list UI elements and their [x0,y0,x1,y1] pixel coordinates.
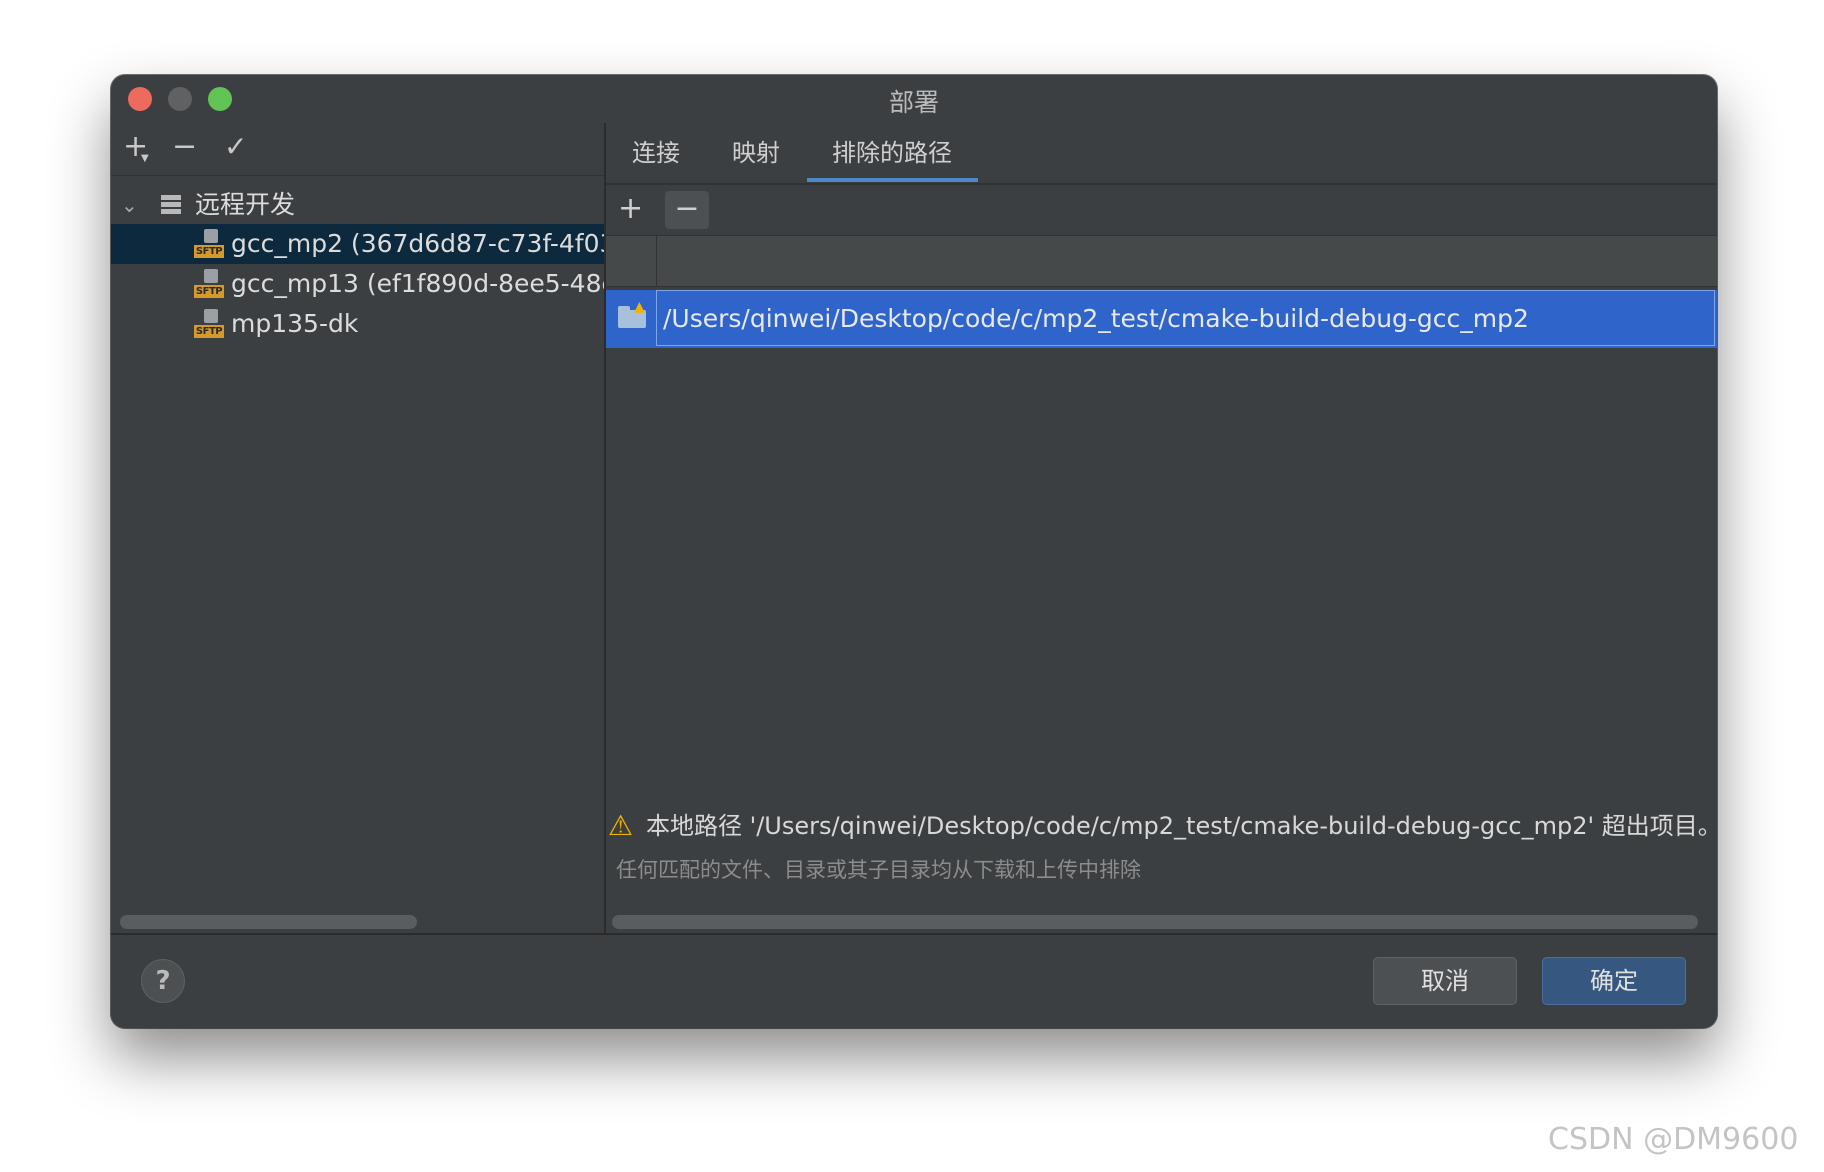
tree-group-label: 远程开发 [195,190,296,219]
remove-path-button[interactable]: − [665,191,709,229]
tree-group-remote-dev[interactable]: ⌄ 远程开发 [111,185,604,225]
tree-item-gcc-mp13[interactable]: SFTP gcc_mp13 (ef1f890d-8ee5-48e3 [111,264,604,304]
remove-server-icon[interactable]: − [172,131,197,163]
right-horizontal-scrollbar[interactable] [612,915,1698,929]
warning-text: 本地路径 '/Users/qinwei/Desktop/code/c/mp2_t… [646,812,1717,840]
tab-excluded-paths[interactable]: 排除的路径 [832,137,952,169]
settings-panel: 连接 映射 排除的路径 + − ▲ /Users/qinwei/Desktop/… [606,123,1717,933]
window-title: 部署 [888,88,939,117]
table-row[interactable]: ▲ /Users/qinwei/Desktop/code/c/mp2_test/… [606,290,1717,348]
warning-icon: ⚠ [608,809,634,842]
sftp-server-icon: SFTP [194,269,224,299]
chevron-down-icon[interactable]: ⌄ [121,189,138,221]
set-default-check-icon[interactable]: ✓ [224,131,247,163]
tab-connection[interactable]: 连接 [632,137,680,169]
tree-item-mp135-dk[interactable]: SFTP mp135-dk [111,304,604,344]
tab-mappings[interactable]: 映射 [732,137,780,169]
footer-divider [111,933,1717,935]
tree-item-label: mp135-dk [231,309,359,338]
left-horizontal-scrollbar[interactable] [120,915,417,929]
title-bar: 部署 [111,75,1717,123]
tree-item-label: gcc_mp2 (367d6d87-c73f-4f03 [231,229,604,258]
table-header [606,236,1717,287]
cancel-button[interactable]: 取消 [1373,957,1517,1005]
server-group-icon [161,195,181,215]
tree-item-label: gcc_mp13 (ef1f890d-8ee5-48e3 [231,269,604,298]
help-button[interactable]: ? [141,959,185,1003]
sftp-server-icon: SFTP [194,229,224,259]
toolbar-divider [111,175,604,176]
excluded-path-text: /Users/qinwei/Desktop/code/c/mp2_test/cm… [663,304,1529,333]
excluded-paths-toolbar: + − [606,185,1717,236]
column-divider [656,236,657,286]
row-icon-cell: ▲ [606,290,656,348]
sftp-server-icon: SFTP [194,309,224,339]
hint-text: 任何匹配的文件、目录或其子目录均从下载和上传中排除 [616,858,1141,882]
dropdown-arrow-icon: ▼ [141,153,149,164]
left-scrollbar-track [111,907,604,933]
warning-message: ⚠ 本地路径 '/Users/qinwei/Desktop/code/c/mp2… [606,806,1717,846]
tab-bar: 连接 映射 排除的路径 [606,123,1717,185]
ok-button[interactable]: 确定 [1542,957,1686,1005]
folder-warning-icon: ▲ [618,300,646,328]
server-list-panel: + ▼ − ✓ ⌄ 远程开发 SFTP gcc_mp2 (367d6d87-c7… [111,123,604,933]
tree-item-gcc-mp2[interactable]: SFTP gcc_mp2 (367d6d87-c73f-4f03 [111,224,604,264]
watermark: CSDN @DM9600 [1548,1122,1799,1157]
add-path-icon[interactable]: + [618,191,643,227]
deployment-dialog: 部署 + ▼ − ✓ ⌄ 远程开发 SFTP gcc_mp2 (367d6d87… [111,75,1717,1028]
server-list-toolbar: + ▼ − ✓ [111,123,604,171]
path-cell[interactable]: /Users/qinwei/Desktop/code/c/mp2_test/cm… [656,290,1715,346]
excluded-paths-table [606,287,1717,803]
active-tab-indicator [807,178,978,182]
